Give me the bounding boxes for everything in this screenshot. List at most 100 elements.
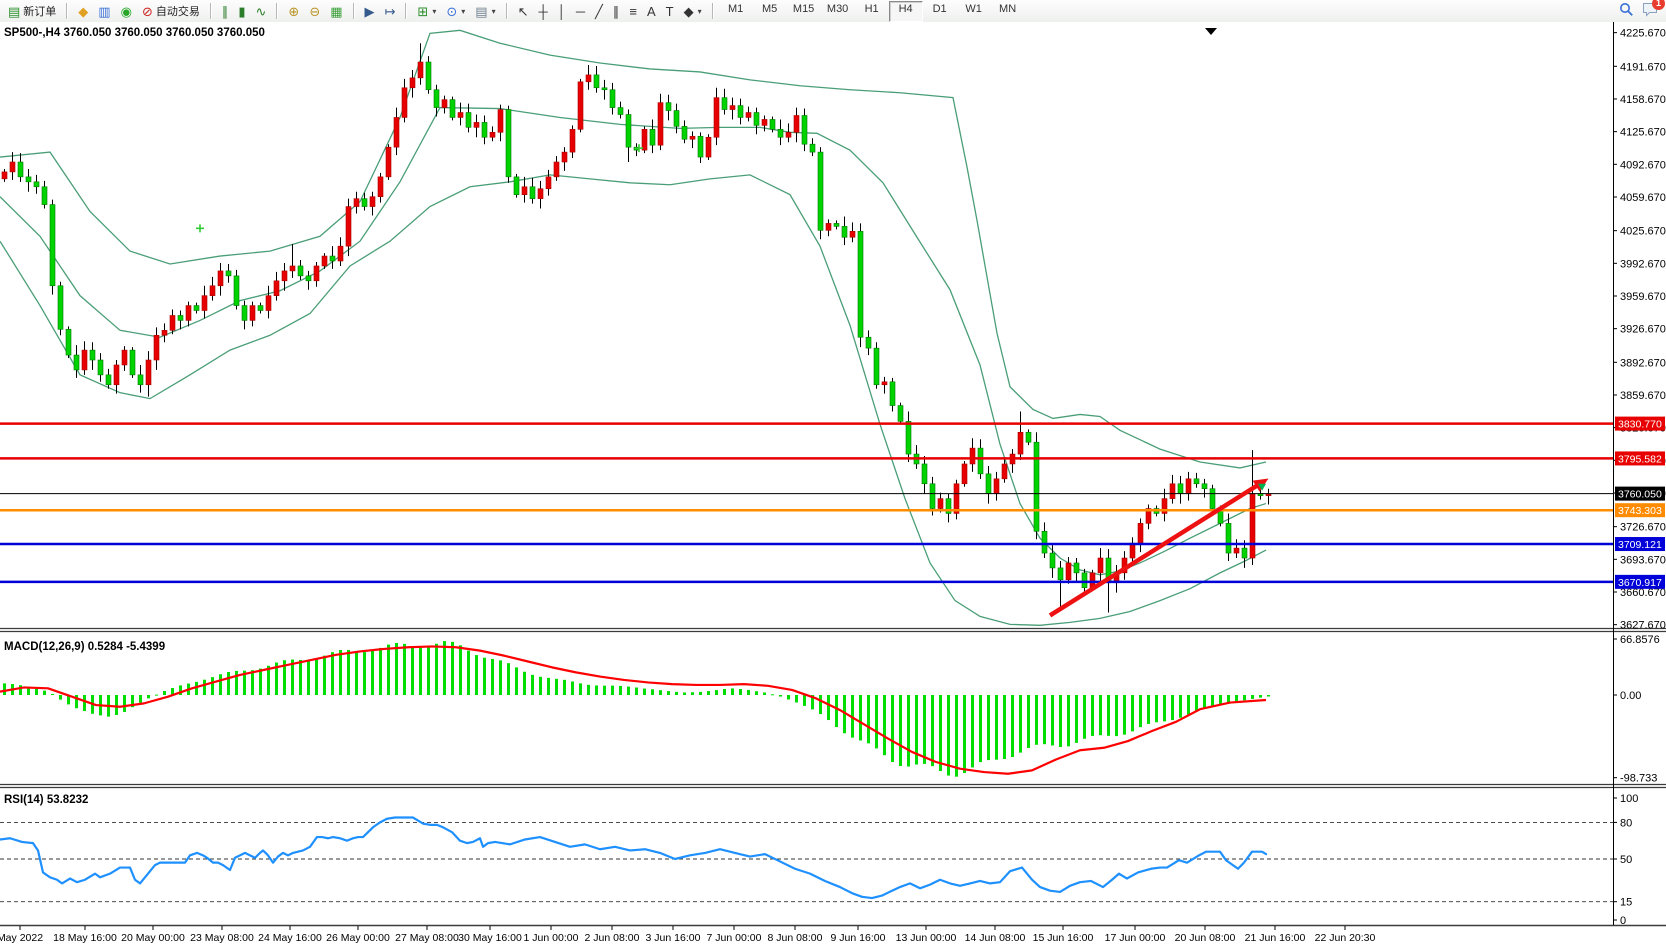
price-line-badge-label: 3709.121 xyxy=(1618,539,1662,551)
autotrade-button[interactable]: ⊘自动交易 xyxy=(137,1,205,22)
macd-histogram-bar xyxy=(219,674,222,695)
macd-histogram-bar xyxy=(691,692,694,695)
timeframe-m5[interactable]: M5 xyxy=(753,1,787,22)
macd-histogram-bar xyxy=(1195,695,1198,711)
timeframe-h4[interactable]: H4 xyxy=(889,1,923,22)
periods-button[interactable]: ⊙▾ xyxy=(441,1,470,22)
price-axis[interactable] xyxy=(1614,22,1666,925)
chart-shift-button[interactable]: ↦ xyxy=(380,1,401,22)
time-tick-label: 17 Jun 00:00 xyxy=(1105,932,1166,944)
vline-button[interactable]: │ xyxy=(553,1,571,22)
templates-button[interactable]: ▤▾ xyxy=(470,1,500,22)
line-chart-button[interactable]: ∿ xyxy=(251,1,272,22)
bar-chart-button[interactable]: ∥ xyxy=(217,1,234,22)
new-order-button[interactable]: ▤新订单 xyxy=(3,1,61,22)
toolbar-group: ↖ ┼ │─╱∥≡AT◆▾ xyxy=(510,0,710,22)
hline-button[interactable]: ─ xyxy=(571,1,590,22)
chevron-down-icon[interactable]: ▾ xyxy=(698,7,702,16)
candle-bear xyxy=(866,337,871,348)
time-tick-label: May 2022 xyxy=(0,932,43,944)
macd-histogram-bar xyxy=(883,695,886,755)
fibonacci-button[interactable]: ≡ xyxy=(624,1,642,22)
macd-histogram-bar xyxy=(635,688,638,695)
price-line-badge-label: 3795.582 xyxy=(1618,453,1662,465)
navigator-button[interactable]: ◉ xyxy=(116,1,137,22)
label-button[interactable]: T xyxy=(661,1,679,22)
candle-bear xyxy=(1194,479,1199,484)
cursor-icon: ↖ xyxy=(518,5,529,18)
candle-bull xyxy=(658,103,663,146)
crosshair-button[interactable]: ┼ xyxy=(533,1,552,22)
tile-windows-button[interactable]: ▦ xyxy=(325,1,347,22)
timeframe-mn[interactable]: MN xyxy=(991,1,1025,22)
candle-bull xyxy=(122,350,127,365)
candle-bull xyxy=(418,62,423,78)
timeframe-d1[interactable]: D1 xyxy=(923,1,957,22)
candle-bear xyxy=(906,421,911,454)
chat-icon[interactable]: 1 xyxy=(1642,2,1658,20)
price-tick-label: 4191.670 xyxy=(1620,61,1666,73)
macd-histogram-bar xyxy=(411,646,414,695)
candle-bear xyxy=(898,406,903,422)
notification-badge: 1 xyxy=(1652,0,1665,10)
candle-bear xyxy=(34,182,39,187)
macd-histogram-bar xyxy=(755,691,758,695)
candle-bull xyxy=(10,162,15,172)
candle-bear xyxy=(626,114,631,147)
crosshair-icon: ┼ xyxy=(538,5,547,18)
candle-bear xyxy=(74,355,79,370)
cursor-button[interactable]: ↖ xyxy=(513,1,534,22)
price-tick-label: 4059.670 xyxy=(1620,192,1666,204)
candlestick-button[interactable]: ▮ xyxy=(233,1,250,22)
macd-histogram-bar xyxy=(419,648,422,695)
timeframe-w1[interactable]: W1 xyxy=(957,1,991,22)
data-window-button[interactable]: ▥ xyxy=(93,1,115,22)
trendline-button[interactable]: ╱ xyxy=(590,1,608,22)
indicators-button[interactable]: ⊞▾ xyxy=(412,1,441,22)
price-line-badge-label: 3760.050 xyxy=(1618,489,1662,501)
chevron-down-icon[interactable]: ▾ xyxy=(432,7,436,16)
candle-bull xyxy=(82,350,87,370)
macd-histogram-bar xyxy=(619,686,622,695)
macd-histogram-bar xyxy=(395,643,398,695)
macd-histogram-bar xyxy=(1243,695,1246,700)
candle-bear xyxy=(1058,568,1063,580)
candle-bull xyxy=(938,499,943,509)
candle-bear xyxy=(890,382,895,406)
macd-histogram-bar xyxy=(35,688,38,695)
macd-histogram-bar xyxy=(1179,695,1182,718)
text-button[interactable]: A xyxy=(642,1,661,22)
timeframe-m1[interactable]: M1 xyxy=(719,1,753,22)
timeframe-m15[interactable]: M15 xyxy=(787,1,821,22)
candle-bear xyxy=(66,329,71,355)
search-icon[interactable] xyxy=(1619,2,1634,20)
chevron-down-icon[interactable]: ▾ xyxy=(492,7,496,16)
channel-button[interactable]: ∥ xyxy=(608,1,625,22)
zoom-in-button[interactable]: ⊕ xyxy=(283,1,304,22)
macd-histogram-bar xyxy=(699,692,702,695)
zoom-out-button[interactable]: ⊖ xyxy=(304,1,325,22)
chevron-down-icon[interactable]: ▾ xyxy=(461,7,465,16)
market-watch-button[interactable]: ◆ xyxy=(73,1,93,22)
timeframe-m30[interactable]: M30 xyxy=(821,1,855,22)
auto-scroll-button[interactable]: ▶ xyxy=(360,1,380,22)
arrows-button[interactable]: ◆▾ xyxy=(679,1,707,22)
macd-histogram-bar xyxy=(1267,695,1270,697)
timeframe-h1[interactable]: H1 xyxy=(855,1,889,22)
time-tick-label: 13 Jun 00:00 xyxy=(896,932,957,944)
zoom-out-icon: ⊖ xyxy=(309,5,320,18)
macd-histogram-bar xyxy=(731,688,734,695)
chart-svg[interactable]: SP500-,H4 3760.050 3760.050 3760.050 376… xyxy=(0,22,1666,948)
macd-histogram-bar xyxy=(763,692,766,695)
candlestick-icon: ▮ xyxy=(238,5,245,18)
candle-bull xyxy=(962,464,967,484)
candle-bear xyxy=(698,136,703,157)
macd-histogram-bar xyxy=(523,672,526,695)
macd-histogram-bar xyxy=(339,650,342,695)
candle-bull xyxy=(794,115,799,132)
chart-plot-area[interactable] xyxy=(0,22,1613,925)
macd-histogram-bar xyxy=(667,691,670,695)
price-tick-label: 4158.670 xyxy=(1620,94,1666,106)
macd-histogram-bar xyxy=(555,679,558,695)
toolbar-separator xyxy=(405,3,407,19)
